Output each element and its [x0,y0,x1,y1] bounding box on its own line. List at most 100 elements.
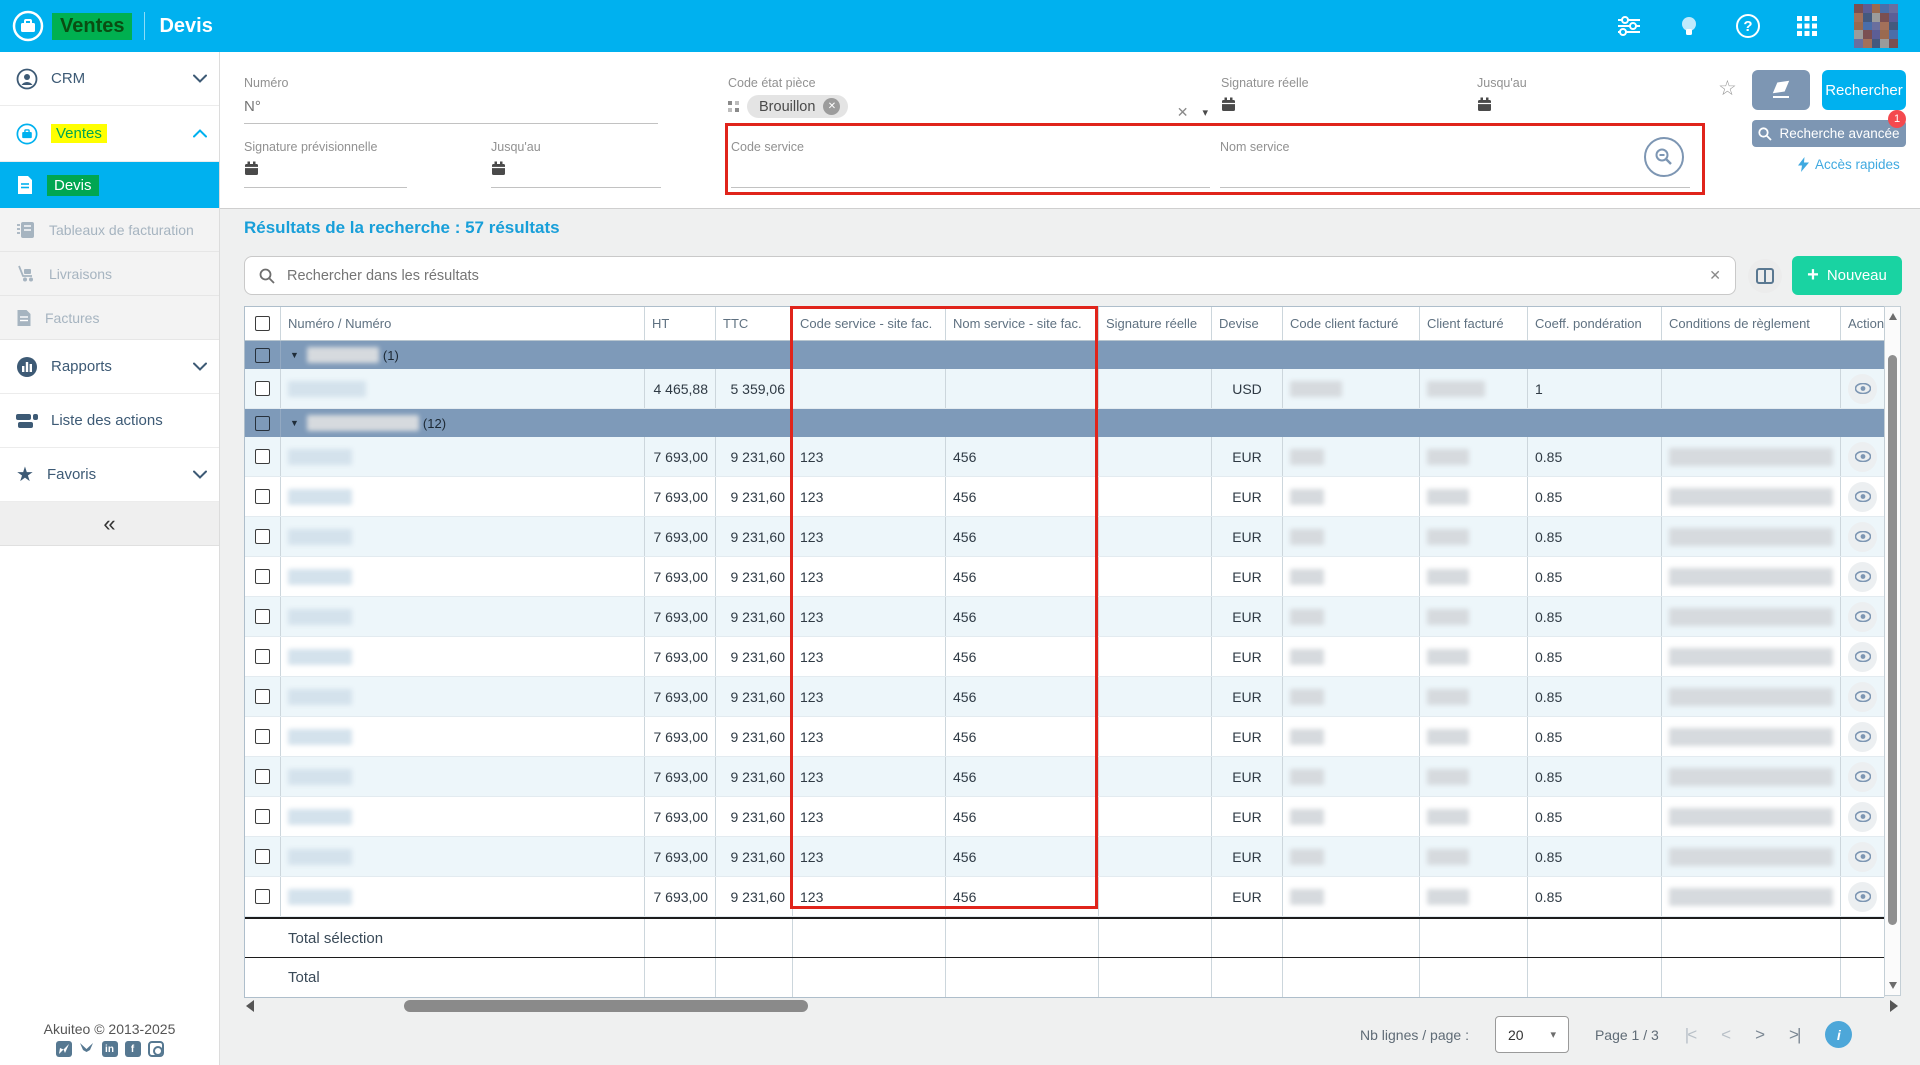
table-row[interactable]: 4 465,885 359,06USD1 [245,369,1884,409]
sidebar-item-factures[interactable]: Factures [0,296,219,340]
avatar[interactable] [1854,4,1898,48]
table-row[interactable]: 7 693,009 231,60123456EUR0.85 [245,557,1884,597]
sidebar-item-liste-actions[interactable]: Liste des actions [0,394,219,448]
view-row-button[interactable] [1848,802,1877,832]
row-checkbox[interactable] [255,316,270,331]
table-row[interactable]: 7 693,009 231,60123456EUR0.85 [245,837,1884,877]
linkedin-icon[interactable]: in [102,1041,118,1057]
dropdown-caret-icon[interactable]: ▾ [1202,106,1208,119]
bluesky-icon[interactable] [79,1041,95,1057]
row-checkbox[interactable] [255,449,270,464]
column-settings-button[interactable] [1748,259,1782,293]
table-row[interactable]: 7 693,009 231,60123456EUR0.85 [245,877,1884,917]
share-icon[interactable] [56,1041,72,1057]
nouveau-button[interactable]: + Nouveau [1792,256,1902,295]
row-checkbox[interactable] [255,889,270,904]
clear-field-icon[interactable]: ✕ [1177,104,1189,121]
scroll-right-icon[interactable] [1890,1000,1898,1012]
view-row-button[interactable] [1848,722,1877,752]
rechercher-button[interactable]: Rechercher [1822,70,1906,110]
row-checkbox[interactable] [255,569,270,584]
row-checkbox[interactable] [255,729,270,744]
next-page-button[interactable]: > [1755,1025,1763,1045]
row-checkbox[interactable] [255,809,270,824]
clear-filters-button[interactable] [1752,70,1810,110]
numero-input[interactable] [244,98,658,115]
row-checkbox[interactable] [255,489,270,504]
help-icon[interactable]: ? [1736,14,1760,38]
collapse-group-icon[interactable]: ▼ [290,418,299,428]
collapse-search-panel-button[interactable] [1644,137,1684,177]
table-row[interactable]: 7 693,009 231,60123456EUR0.85 [245,437,1884,477]
row-checkbox[interactable] [255,348,270,363]
row-checkbox[interactable] [255,649,270,664]
view-row-button[interactable] [1848,562,1877,592]
code-service-input[interactable] [731,162,1210,179]
table-row[interactable]: 7 693,009 231,60123456EUR0.85 [245,517,1884,557]
view-row-button[interactable] [1848,682,1877,712]
sidebar-item-livraisons[interactable]: Livraisons [0,252,219,296]
calendar-icon[interactable] [1221,97,1236,112]
vertical-scroll-thumb[interactable] [1888,355,1897,925]
table-row[interactable]: 7 693,009 231,60123456EUR0.85 [245,637,1884,677]
sidebar-item-rapports[interactable]: Rapports [0,340,219,394]
chip-remove-icon[interactable]: ✕ [823,98,840,115]
view-row-button[interactable] [1848,882,1877,912]
favorite-search-star-icon[interactable]: ☆ [1718,76,1737,101]
sidebar-item-devis[interactable]: Devis [0,162,219,208]
sidebar-item-ventes[interactable]: Ventes [0,106,219,162]
collapse-group-icon[interactable]: ▼ [290,350,299,360]
recherche-avancee-button[interactable]: Recherche avancée [1752,120,1906,147]
group-header-row[interactable]: ▼(1) [245,341,1884,369]
first-page-button[interactable]: |< [1685,1025,1695,1045]
view-row-button[interactable] [1848,442,1877,472]
view-row-button[interactable] [1848,642,1877,672]
clear-search-icon[interactable]: ✕ [1709,267,1721,284]
vertical-scrollbar[interactable] [1884,306,1901,996]
instagram-icon[interactable] [148,1041,164,1057]
calendar-icon[interactable] [1477,97,1492,112]
facebook-icon[interactable]: f [125,1041,141,1057]
sidebar-item-crm[interactable]: CRM [0,52,219,106]
info-icon[interactable]: i [1825,1021,1852,1048]
table-row[interactable]: 7 693,009 231,60123456EUR0.85 [245,797,1884,837]
view-row-button[interactable] [1848,842,1877,872]
row-checkbox[interactable] [255,769,270,784]
horizontal-scroll-thumb[interactable] [404,1000,808,1012]
table-row[interactable]: 7 693,009 231,60123456EUR0.85 [245,757,1884,797]
row-checkbox[interactable] [255,381,270,396]
table-row[interactable]: 7 693,009 231,60123456EUR0.85 [245,477,1884,517]
row-checkbox[interactable] [255,689,270,704]
table-row[interactable]: 7 693,009 231,60123456EUR0.85 [245,717,1884,757]
per-page-select[interactable]: 20 ▾ [1495,1016,1569,1053]
scroll-up-icon[interactable] [1889,313,1897,320]
view-row-button[interactable] [1848,374,1877,404]
lightbulb-icon[interactable] [1676,13,1702,39]
last-page-button[interactable]: >| [1789,1025,1799,1045]
view-row-button[interactable] [1848,522,1877,552]
nom-service-input[interactable] [1220,162,1690,179]
acces-rapides-link[interactable]: Accès rapides [1798,157,1900,172]
scroll-down-icon[interactable] [1889,982,1897,989]
calendar-icon[interactable] [491,161,506,176]
filter-chip-brouillon[interactable]: Brouillon ✕ [747,95,848,118]
sidebar-item-tableaux-facturation[interactable]: Tableaux de facturation [0,208,219,252]
app-logo-icon[interactable] [12,10,44,42]
view-row-button[interactable] [1848,482,1877,512]
sidebar-item-favoris[interactable]: ★ Favoris [0,448,219,502]
calendar-icon[interactable] [244,161,259,176]
prev-page-button[interactable]: < [1721,1025,1729,1045]
sliders-icon[interactable] [1616,13,1642,39]
apps-grid-icon[interactable] [1794,13,1820,39]
group-header-row[interactable]: ▼(12) [245,409,1884,437]
table-row[interactable]: 7 693,009 231,60123456EUR0.85 [245,597,1884,637]
results-search-input[interactable] [287,268,1697,284]
table-row[interactable]: 7 693,009 231,60123456EUR0.85 [245,677,1884,717]
view-row-button[interactable] [1848,602,1877,632]
row-checkbox[interactable] [255,529,270,544]
sidebar-collapse-button[interactable]: « [0,502,219,546]
row-checkbox[interactable] [255,849,270,864]
row-checkbox[interactable] [255,416,270,431]
scroll-left-icon[interactable] [246,1000,254,1012]
row-checkbox[interactable] [255,609,270,624]
